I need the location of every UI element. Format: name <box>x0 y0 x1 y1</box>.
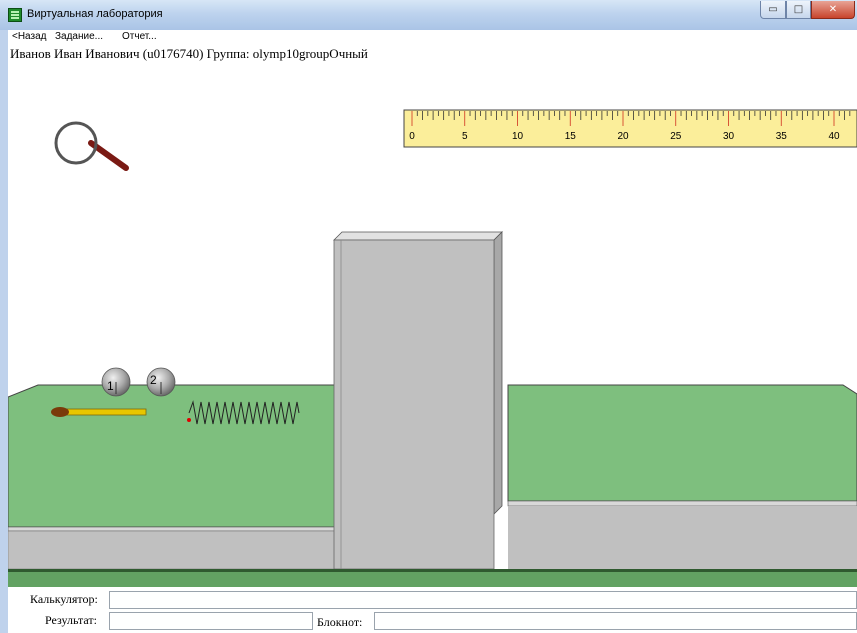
app-icon <box>8 8 22 22</box>
spring-marker <box>187 418 191 422</box>
window-controls: ▭ □ ✕ <box>760 1 855 21</box>
window-frame-left <box>0 30 8 633</box>
user-info: Иванов Иван Иванович (u0176740) Группа: … <box>10 46 368 61</box>
floor <box>8 572 857 587</box>
ruler-label: 15 <box>565 131 577 142</box>
minimize-button[interactable]: ▭ <box>760 1 786 19</box>
close-button[interactable]: ✕ <box>811 1 855 19</box>
menu-bar: <Назад Задание... Отчет... <box>8 30 857 44</box>
ball-2-label: 2 <box>150 373 157 387</box>
ball-1[interactable]: 1 <box>101 367 131 397</box>
lab-stage: 0 5 10 15 20 25 30 35 40 1 2 <box>8 109 857 587</box>
ruler-label: 0 <box>409 131 415 142</box>
ruler-label: 40 <box>828 131 840 142</box>
app-window: Виртуальная лаборатория ▭ □ ✕ <Назад Зад… <box>0 0 857 633</box>
ball-1-label: 1 <box>107 379 114 393</box>
calculator-label: Калькулятор: <box>30 592 98 606</box>
menu-back[interactable]: <Назад <box>12 31 47 42</box>
result-label: Результат: <box>45 613 97 627</box>
wall-block <box>333 231 503 570</box>
ball-2[interactable]: 2 <box>146 367 176 397</box>
maximize-button[interactable]: □ <box>786 1 811 19</box>
result-field[interactable] <box>109 612 313 630</box>
calculator-input[interactable] <box>109 591 857 609</box>
ruler-label: 10 <box>512 131 524 142</box>
ruler[interactable]: 0 5 10 15 20 25 30 35 40 <box>403 109 857 148</box>
title-bar[interactable]: Виртуальная лаборатория ▭ □ ✕ <box>0 0 857 30</box>
floor-edge <box>8 569 857 572</box>
ruler-label: 25 <box>670 131 682 142</box>
window-title: Виртуальная лаборатория <box>27 8 163 20</box>
ruler-label: 35 <box>776 131 788 142</box>
magnifier-icon[interactable] <box>54 121 129 171</box>
notepad-label: Блокнот: <box>317 615 363 629</box>
notepad-input[interactable] <box>374 612 857 630</box>
table-right <box>507 384 857 569</box>
menu-task[interactable]: Задание... <box>55 31 103 42</box>
menu-report[interactable]: Отчет... <box>122 31 157 42</box>
ruler-label: 20 <box>617 131 629 142</box>
ruler-label: 5 <box>462 131 468 142</box>
bottom-panel: Калькулятор: Результат: Блокнот: <box>8 587 857 633</box>
ruler-label: 30 <box>723 131 735 142</box>
